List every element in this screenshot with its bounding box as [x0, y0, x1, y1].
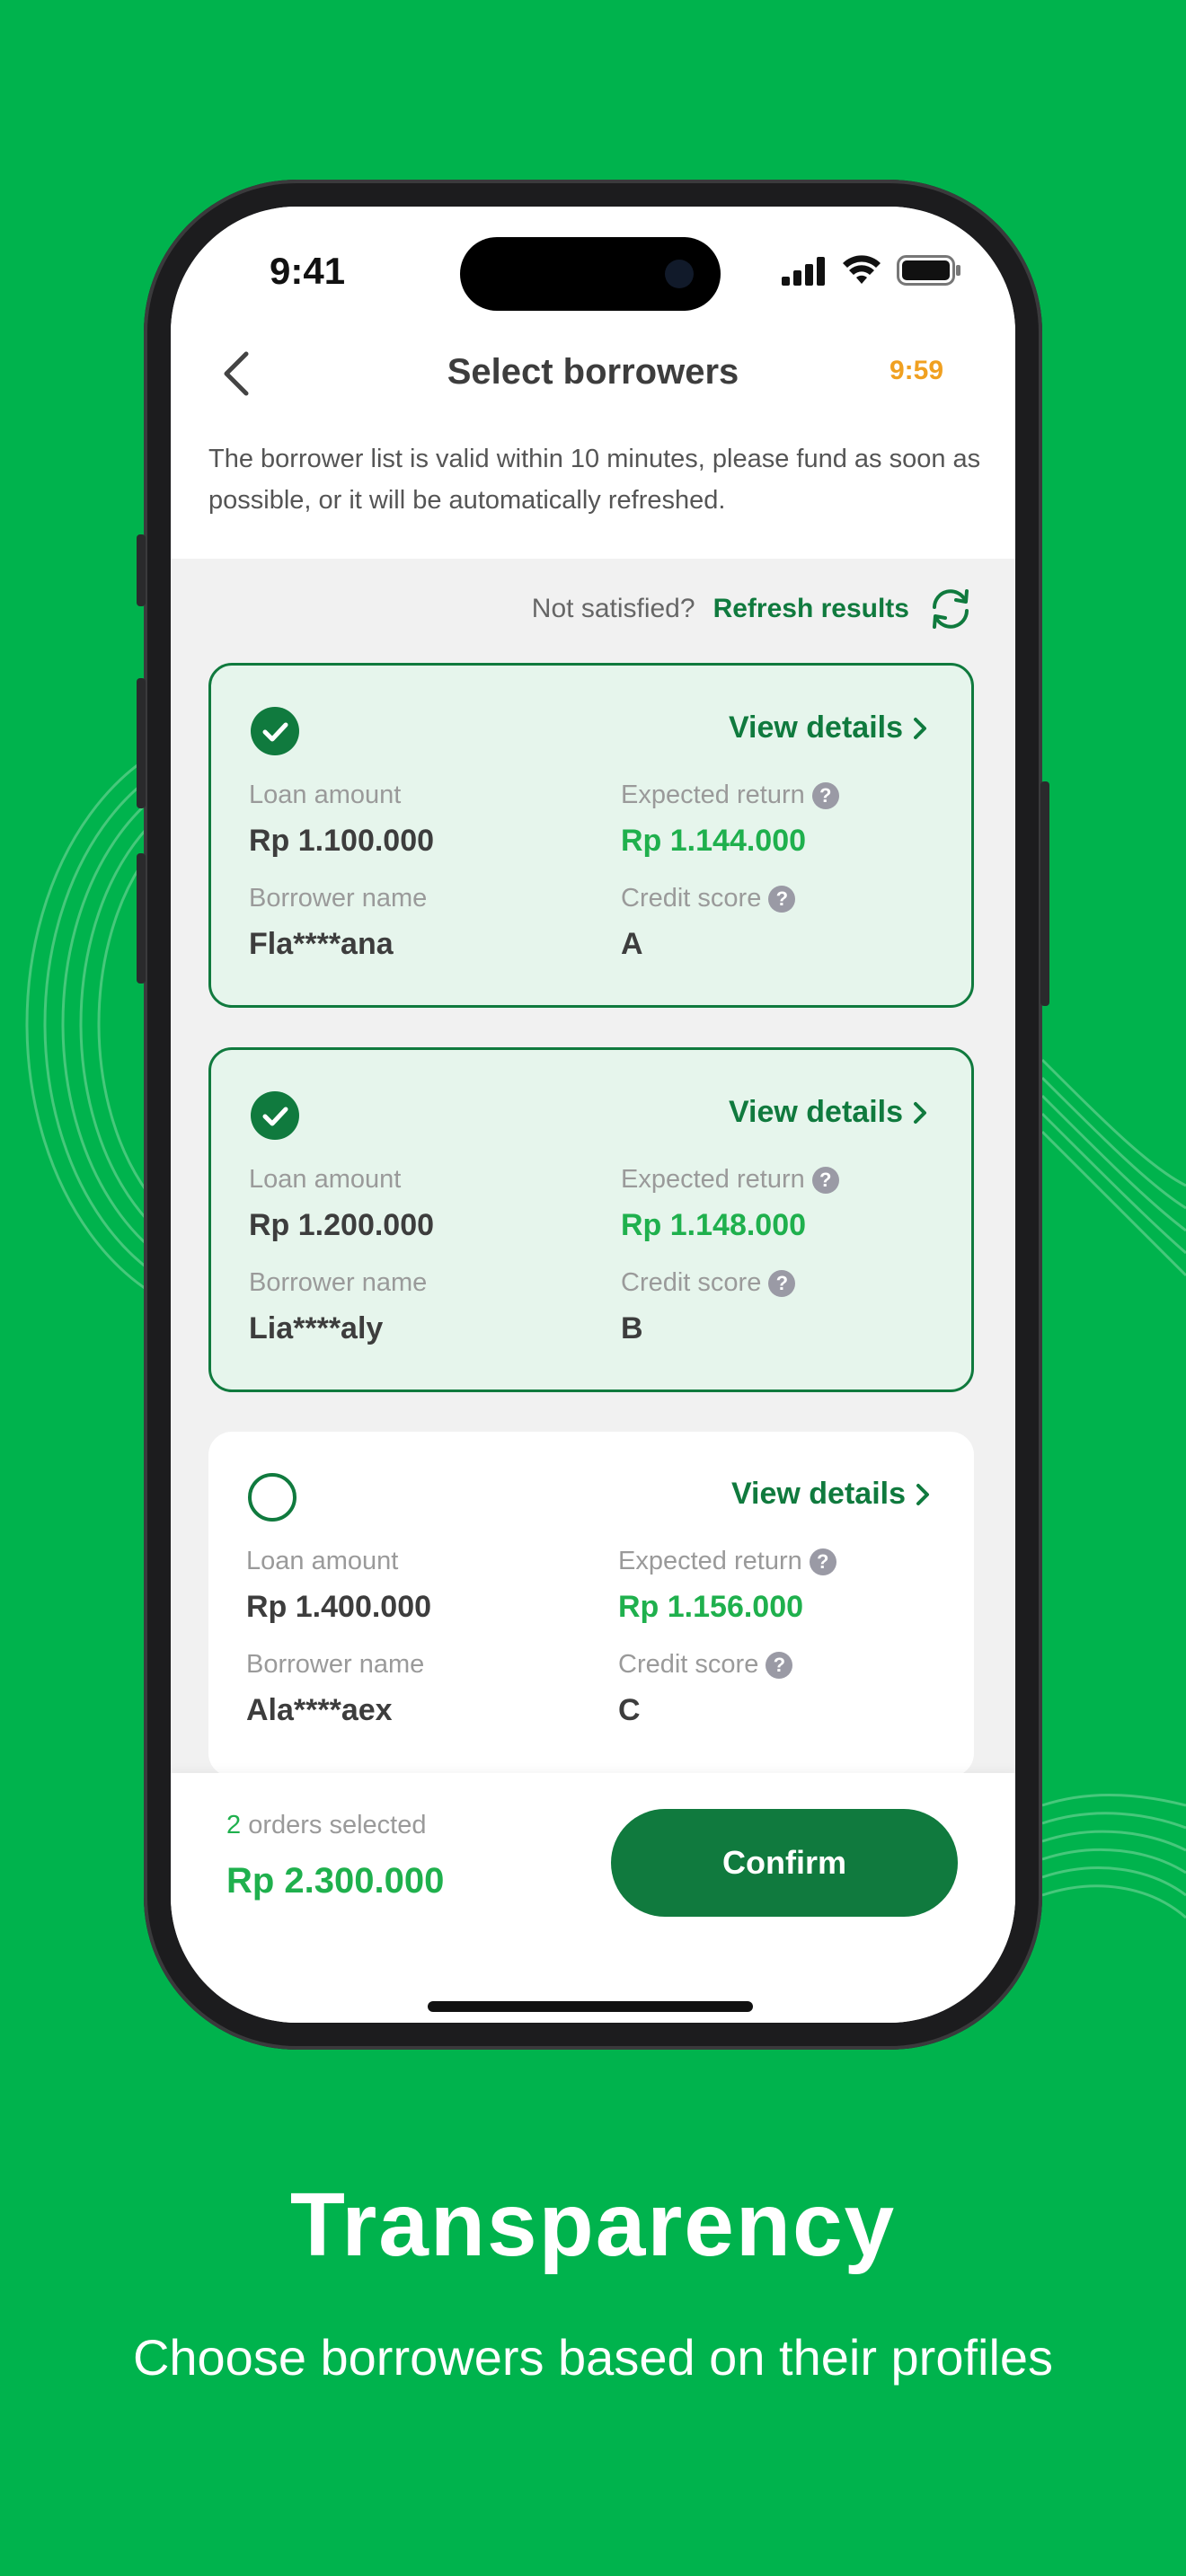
help-icon[interactable]: ? [811, 781, 839, 809]
borrower-name-label: Borrower name [249, 1268, 428, 1297]
expected-return-value: Rp 1.148.000 [621, 1208, 807, 1242]
credit-score-label: Credit score ? [618, 1650, 793, 1680]
borrower-name-value: Lia****aly [249, 1311, 384, 1345]
borrower-name-label: Borrower name [246, 1650, 425, 1679]
signal-icon [782, 257, 825, 286]
view-details-link[interactable]: View details [729, 1095, 928, 1130]
credit-score-label-text: Credit score [621, 884, 762, 913]
expected-return-value: Rp 1.156.000 [618, 1590, 804, 1624]
help-icon[interactable]: ? [809, 1548, 836, 1575]
help-icon[interactable]: ? [766, 1651, 793, 1679]
wifi-icon [843, 255, 881, 284]
loan-amount-label: Loan amount [246, 1547, 399, 1575]
chevron-right-icon [916, 1483, 929, 1505]
credit-score-label: Credit score ? [621, 884, 796, 913]
camera-icon [665, 260, 694, 288]
phone-silent-switch [137, 534, 146, 606]
phone-volume-up [137, 678, 146, 808]
view-details-link[interactable]: View details [729, 710, 928, 745]
credit-score-value: C [618, 1693, 641, 1727]
refresh-row: Not satisfied? Refresh results [532, 587, 974, 631]
selected-count-number: 2 [226, 1811, 242, 1839]
view-details-label: View details [730, 1477, 906, 1511]
header-area: 9:41 Select borrowers 9:59 The borrower … [171, 207, 1015, 559]
borrower-card[interactable]: View details Loan amount Rp 1.200.000 Ex… [208, 1047, 974, 1392]
credit-score-value: B [621, 1311, 643, 1345]
home-indicator[interactable] [428, 2001, 753, 2012]
loan-amount-label: Loan amount [249, 1165, 402, 1194]
credit-score-label-text: Credit score [621, 1268, 762, 1297]
loan-amount-label: Loan amount [249, 781, 402, 809]
selected-count: 2 orders selected [226, 1811, 426, 1840]
phone-volume-down [137, 853, 146, 984]
expected-return-value: Rp 1.144.000 [621, 824, 807, 858]
chevron-right-icon [914, 717, 926, 739]
loan-amount-value: Rp 1.100.000 [249, 824, 435, 858]
validity-notice: The borrower list is valid within 10 min… [208, 445, 981, 515]
status-time: 9:41 [270, 250, 346, 292]
promo-subline: Choose borrowers based on their profiles [132, 2329, 1054, 2386]
selected-check-icon[interactable] [251, 1091, 299, 1140]
battery-icon [897, 255, 960, 286]
borrower-card[interactable]: View details Loan amount Rp 1.400.000 Ex… [208, 1432, 974, 1777]
promo-headline: Transparency [289, 2175, 897, 2275]
phone-power-button [1040, 781, 1049, 1006]
footer-bar: 2 orders selected Rp 2.300.000 Confirm [171, 1773, 1015, 2023]
expected-return-label-text: Expected return [621, 1165, 805, 1194]
countdown-timer: 9:59 [889, 356, 943, 385]
borrower-card[interactable]: View details Loan amount Rp 1.100.000 Ex… [208, 663, 974, 1008]
credit-score-label-text: Credit score [618, 1650, 759, 1679]
expected-return-label-text: Expected return [618, 1547, 802, 1575]
credit-score-label: Credit score ? [621, 1268, 796, 1298]
credit-score-value: A [621, 927, 643, 961]
help-icon[interactable]: ? [768, 1269, 796, 1297]
expected-return-label-text: Expected return [621, 781, 805, 809]
view-details-label: View details [728, 1095, 903, 1129]
refresh-results-link[interactable]: Refresh results [713, 594, 909, 624]
refresh-question: Not satisfied? [531, 594, 695, 623]
confirm-button[interactable]: Confirm [611, 1809, 958, 1917]
help-icon[interactable]: ? [811, 1166, 839, 1194]
refresh-icon[interactable] [927, 587, 974, 631]
unselected-radio-icon[interactable] [248, 1473, 296, 1522]
total-amount: Rp 2.300.000 [226, 1861, 445, 1901]
view-details-label: View details [728, 710, 903, 745]
expected-return-label: Expected return ? [621, 781, 839, 810]
status-icons [782, 255, 961, 286]
loan-amount-value: Rp 1.400.000 [246, 1590, 432, 1624]
expected-return-label: Expected return ? [618, 1547, 836, 1576]
borrower-name-value: Fla****ana [249, 927, 394, 961]
selected-count-text: orders selected [248, 1811, 427, 1839]
expected-return-label: Expected return ? [621, 1165, 839, 1195]
loan-amount-value: Rp 1.200.000 [249, 1208, 435, 1242]
help-icon[interactable]: ? [768, 885, 796, 913]
borrower-name-value: Ala****aex [246, 1693, 393, 1727]
borrower-name-label: Borrower name [249, 884, 428, 913]
phone-screen: 9:41 Select borrowers 9:59 The borrower … [171, 207, 1015, 2023]
view-details-link[interactable]: View details [731, 1477, 931, 1512]
chevron-right-icon [914, 1101, 926, 1124]
dynamic-island [460, 237, 721, 311]
selected-check-icon[interactable] [251, 707, 299, 755]
